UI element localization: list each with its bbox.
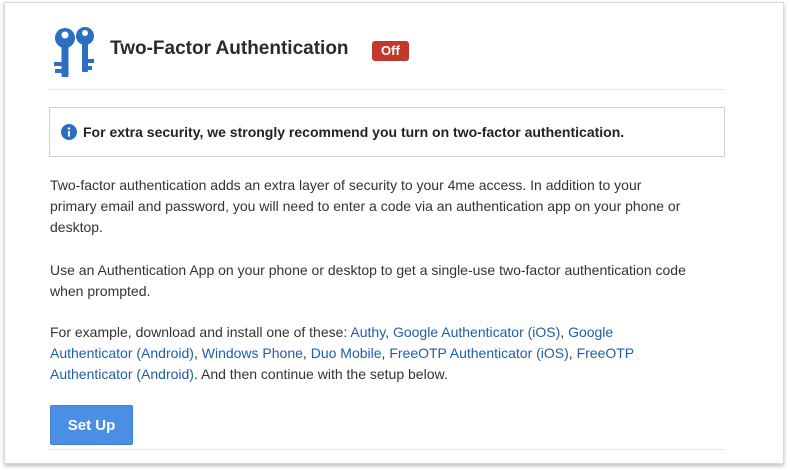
status-badge: Off — [372, 41, 409, 61]
security-notice: For extra security, we strongly recommen… — [49, 107, 725, 157]
page-title: Two-Factor Authentication — [110, 38, 349, 59]
app-link-authy[interactable]: Authy — [350, 324, 385, 340]
separator: , — [385, 324, 393, 340]
info-icon — [61, 124, 77, 140]
two-factor-panel: Two-Factor Authentication Off For extra … — [4, 2, 784, 464]
app-link-windows-phone[interactable]: Windows Phone — [202, 345, 303, 361]
description-paragraph: Two-factor authentication adds an extra … — [50, 177, 681, 235]
header-divider — [49, 89, 725, 90]
separator: , — [568, 345, 577, 361]
footer-divider — [49, 449, 725, 450]
keys-icon — [54, 27, 94, 77]
description-paragraph: Use an Authentication App on your phone … — [50, 262, 686, 299]
separator: , — [302, 345, 311, 361]
app-link-google-authenticator-ios[interactable]: Google Authenticator (iOS) — [393, 324, 560, 340]
app-link-duo-mobile[interactable]: Duo Mobile — [311, 345, 382, 361]
app-list-prefix: For example, download and install one of… — [50, 324, 351, 340]
separator: , — [193, 345, 202, 361]
setup-button[interactable]: Set Up — [50, 405, 133, 445]
app-list-paragraph: For example, download and install one of… — [50, 322, 690, 385]
panel-header: Two-Factor Authentication Off — [5, 3, 783, 83]
separator: , — [560, 324, 569, 340]
app-link-freeotp-ios[interactable]: FreeOTP Authenticator (iOS) — [389, 345, 568, 361]
app-list-suffix: . And then continue with the setup below… — [193, 366, 448, 382]
notice-text: For extra security, we strongly recommen… — [83, 124, 625, 140]
